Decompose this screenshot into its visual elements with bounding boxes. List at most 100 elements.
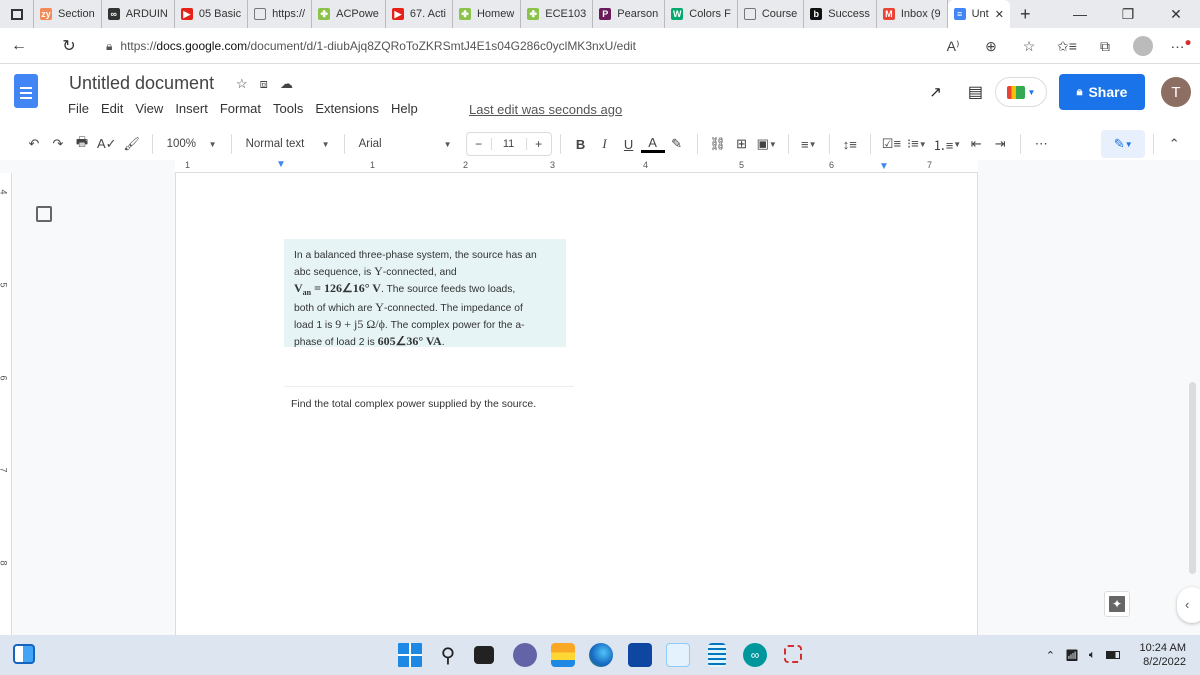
notepad-icon[interactable] xyxy=(708,643,726,667)
right-indent-marker[interactable]: ▼ xyxy=(879,161,889,172)
read-aloud-icon[interactable]: A⁾ xyxy=(934,38,972,55)
store-icon[interactable] xyxy=(628,643,652,667)
browser-tab[interactable]: ∞ ARDUIN xyxy=(102,0,175,28)
browser-tab[interactable]: Course xyxy=(738,0,805,28)
align-icon[interactable]: ≡ ▼ xyxy=(797,132,821,156)
decrease-font-size-button[interactable]: − xyxy=(467,137,491,151)
close-tab-icon[interactable]: ✕ xyxy=(995,8,1004,21)
favorites-icon[interactable]: ✩≡ xyxy=(1048,38,1086,55)
paint-format-icon[interactable]: 🖌︎ xyxy=(120,132,144,156)
numbered-list-icon[interactable]: ⒈≡ ▼ xyxy=(930,132,965,156)
volume-icon[interactable]: 🔈︎ xyxy=(1089,649,1096,662)
menu-item-extensions[interactable]: Extensions xyxy=(315,101,379,116)
style-select[interactable]: Normal text ▼ xyxy=(240,138,336,150)
browser-tab[interactable]: M Inbox (9 xyxy=(877,0,948,28)
star-icon[interactable]: ☆ xyxy=(236,76,248,92)
browser-tab[interactable]: zy Section xyxy=(34,0,102,28)
browser-tab[interactable]: P Pearson xyxy=(593,0,666,28)
task-switcher-icon[interactable] xyxy=(474,646,494,664)
insert-image-icon[interactable]: ▣ ▼ xyxy=(754,132,780,156)
print-icon[interactable]: 🖶 xyxy=(70,132,94,156)
undo-icon[interactable]: ↶ xyxy=(22,132,46,156)
user-avatar[interactable]: T xyxy=(1161,77,1191,107)
close-window-button[interactable]: ✕ xyxy=(1152,6,1200,23)
collapse-menus-icon[interactable]: ⌃ xyxy=(1162,132,1186,156)
browser-tab[interactable]: ▶ 67. Acti xyxy=(386,0,453,28)
vertical-ruler[interactable]: 4 5 6 7 8 xyxy=(0,173,12,635)
text-color-button[interactable]: A xyxy=(640,135,665,153)
underline-button[interactable]: U xyxy=(617,132,641,156)
browser-tab[interactable]: W Colors F xyxy=(665,0,738,28)
add-favorite-icon[interactable]: ☆ xyxy=(1010,38,1048,55)
menu-item-edit[interactable]: Edit xyxy=(101,101,123,116)
restore-button[interactable]: ❐ xyxy=(1104,6,1152,23)
wifi-icon[interactable]: 📶︎ xyxy=(1065,649,1079,662)
browser-tab[interactable]: b Success xyxy=(804,0,877,28)
refresh-button[interactable]: ↻ xyxy=(54,36,84,56)
collections-icon[interactable]: ⧉ xyxy=(1086,38,1124,55)
zoom-icon[interactable]: ⊕ xyxy=(972,38,1010,55)
menu-item-view[interactable]: View xyxy=(135,101,163,116)
browser-tab[interactable]: ✤ Homew xyxy=(453,0,522,28)
share-button[interactable]: 🔒︎ Share xyxy=(1059,74,1145,110)
back-button[interactable]: ← xyxy=(4,37,34,55)
insert-link-icon[interactable]: ⛓︎ xyxy=(706,132,730,156)
horizontal-ruler[interactable]: ▼ ▼ 1 1 2 3 4 5 6 7 xyxy=(175,159,978,173)
redo-icon[interactable]: ↷ xyxy=(46,132,70,156)
menu-item-tools[interactable]: Tools xyxy=(273,101,303,116)
browser-tab[interactable]: ✤ ACPowe xyxy=(312,0,386,28)
spellcheck-icon[interactable]: A✓ xyxy=(94,132,120,156)
checklist-icon[interactable]: ☑≡ xyxy=(879,132,904,156)
teams-chat-icon[interactable] xyxy=(513,643,537,667)
comments-icon[interactable]: ▤ xyxy=(968,82,983,102)
explore-button[interactable]: ✦ xyxy=(1104,591,1130,617)
menu-item-insert[interactable]: Insert xyxy=(175,101,208,116)
start-icon[interactable] xyxy=(398,643,422,667)
arduino-icon[interactable]: ∞ xyxy=(743,643,767,667)
more-options-icon[interactable]: ⋯ xyxy=(1029,132,1053,156)
bold-button[interactable]: B xyxy=(569,132,593,156)
editing-mode-button[interactable]: ✎ ▼ xyxy=(1101,130,1146,158)
document-title[interactable]: Untitled document xyxy=(69,73,214,94)
edge-icon[interactable] xyxy=(589,643,613,667)
zoom-select[interactable]: 100% ▼ xyxy=(161,138,223,150)
side-panel-toggle[interactable]: ‹ xyxy=(1177,587,1200,623)
menu-item-format[interactable]: Format xyxy=(220,101,261,116)
clock[interactable]: 10:24 AM 8/2/2022 xyxy=(1140,641,1186,669)
battery-icon[interactable] xyxy=(1105,651,1120,659)
font-size-input[interactable]: 11 xyxy=(490,138,527,150)
task-view-icon[interactable] xyxy=(13,644,35,664)
show-hidden-icons[interactable]: ⌃ xyxy=(1046,649,1055,662)
last-edit-link[interactable]: Last edit was seconds ago xyxy=(469,102,622,117)
tab-actions-button[interactable] xyxy=(0,0,34,28)
increase-font-size-button[interactable]: + xyxy=(527,137,551,151)
increase-indent-icon[interactable]: ⇥ xyxy=(988,132,1012,156)
wordpad-icon[interactable] xyxy=(666,643,690,667)
font-select[interactable]: Arial ▼ xyxy=(353,138,458,150)
menu-item-help[interactable]: Help xyxy=(391,101,418,116)
docs-logo-icon[interactable] xyxy=(14,74,38,108)
highlight-color-icon[interactable]: ✎ xyxy=(665,132,689,156)
browser-tab[interactable]: ▶ 05 Basic xyxy=(175,0,249,28)
vertical-scrollbar[interactable] xyxy=(1189,382,1196,574)
line-spacing-icon[interactable]: ↕≡ xyxy=(838,132,862,156)
menu-item-file[interactable]: File xyxy=(68,101,89,116)
question-image[interactable]: In a balanced three-phase system, the so… xyxy=(284,239,566,348)
move-folder-icon[interactable]: ⧈ xyxy=(260,76,268,92)
italic-button[interactable]: I xyxy=(593,132,617,156)
browser-tab[interactable]: ✤ ECE103 xyxy=(521,0,594,28)
url-field[interactable]: 🔒︎ https://docs.google.com/document/d/1-… xyxy=(96,32,996,60)
minimize-button[interactable]: — xyxy=(1056,6,1104,23)
bulleted-list-icon[interactable]: ⁝≡ ▼ xyxy=(904,132,930,156)
profile-avatar[interactable] xyxy=(1133,36,1153,56)
snipping-tool-icon[interactable] xyxy=(784,645,802,663)
activity-icon[interactable]: ↗ xyxy=(929,83,942,101)
add-comment-icon[interactable]: ⊞ xyxy=(730,132,754,156)
file-explorer-icon[interactable] xyxy=(551,643,575,667)
more-menu-icon[interactable]: ⋯● xyxy=(1162,36,1200,56)
browser-tab[interactable]: ≡ Unt ✕ xyxy=(947,0,1010,28)
search-icon[interactable]: ⚲ xyxy=(436,643,460,667)
left-indent-marker[interactable]: ▼ xyxy=(276,159,286,170)
decrease-indent-icon[interactable]: ⇤ xyxy=(964,132,988,156)
cloud-saved-icon[interactable]: ☁ xyxy=(280,76,293,92)
